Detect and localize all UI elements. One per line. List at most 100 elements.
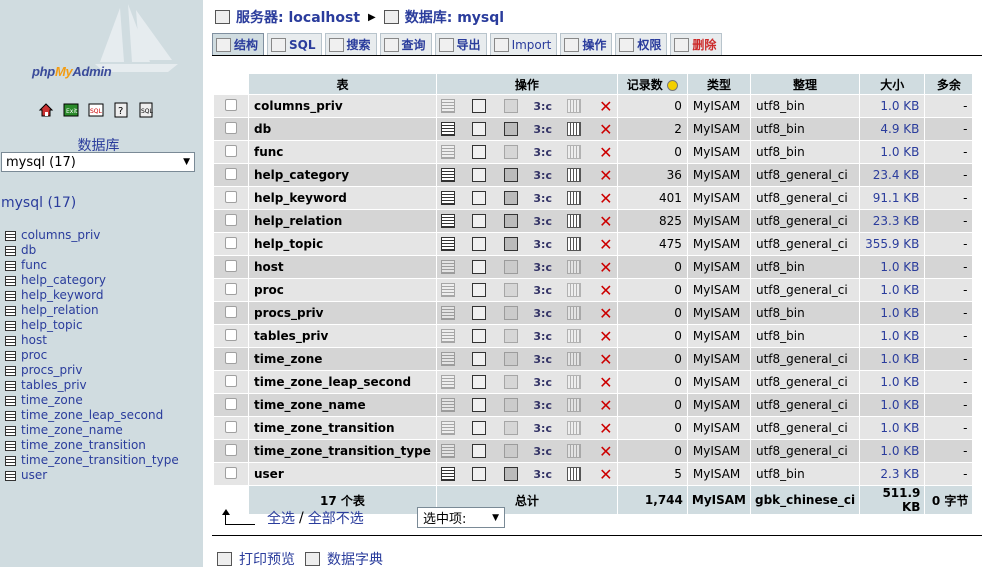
row-size[interactable]: 1.0 KB: [860, 256, 925, 278]
row-table-name[interactable]: help_category: [249, 164, 436, 186]
header-collation[interactable]: 整理: [751, 74, 860, 94]
row-table-name[interactable]: time_zone_name: [249, 394, 436, 416]
drop-icon[interactable]: ✕: [599, 97, 613, 116]
structure-icon[interactable]: [472, 283, 487, 297]
row-table-name[interactable]: func: [249, 141, 436, 163]
structure-icon[interactable]: [472, 99, 487, 113]
sidebar-table-host[interactable]: host: [5, 333, 179, 348]
structure-icon[interactable]: [472, 352, 487, 366]
with-selected-dropdown[interactable]: 选中项: ▼: [417, 507, 505, 528]
row-checkbox[interactable]: [225, 282, 237, 295]
drop-icon[interactable]: ✕: [599, 304, 613, 323]
tab-import[interactable]: Import: [489, 33, 558, 55]
row-checkbox[interactable]: [225, 328, 237, 341]
browse-icon[interactable]: [440, 99, 455, 113]
search-icon[interactable]: [504, 467, 519, 481]
drop-icon[interactable]: ✕: [599, 373, 613, 392]
row-size[interactable]: 2.3 KB: [860, 463, 925, 485]
tab-privileges[interactable]: 权限: [615, 33, 668, 55]
empty-icon[interactable]: [567, 191, 582, 205]
drop-icon[interactable]: ✕: [599, 350, 613, 369]
sidebar-table-tables_priv[interactable]: tables_priv: [5, 378, 179, 393]
empty-icon[interactable]: [567, 375, 582, 389]
exit-icon[interactable]: Exit: [62, 101, 79, 118]
drop-icon[interactable]: ✕: [599, 235, 613, 254]
row-table-name[interactable]: help_keyword: [249, 187, 436, 209]
search-icon[interactable]: [504, 329, 519, 343]
empty-icon[interactable]: [567, 168, 582, 182]
row-checkbox[interactable]: [225, 213, 237, 226]
insert-icon[interactable]: 3:c: [533, 329, 552, 343]
drop-icon[interactable]: ✕: [599, 327, 613, 346]
empty-icon[interactable]: [567, 283, 582, 297]
row-size[interactable]: 1.0 KB: [860, 141, 925, 163]
structure-icon[interactable]: [472, 260, 487, 274]
browse-icon[interactable]: [440, 421, 455, 435]
insert-icon[interactable]: 3:c: [533, 260, 552, 274]
sidebar-table-time_zone[interactable]: time_zone: [5, 393, 179, 408]
insert-icon[interactable]: 3:c: [533, 467, 552, 481]
search-icon[interactable]: [504, 352, 519, 366]
search-icon[interactable]: [504, 260, 519, 274]
row-size[interactable]: 91.1 KB: [860, 187, 925, 209]
drop-icon[interactable]: ✕: [599, 143, 613, 162]
sidebar-table-proc[interactable]: proc: [5, 348, 179, 363]
empty-icon[interactable]: [567, 306, 582, 320]
tab-export[interactable]: 导出: [434, 33, 487, 55]
empty-icon[interactable]: [567, 122, 582, 136]
search-icon[interactable]: [504, 99, 519, 113]
row-size[interactable]: 1.0 KB: [860, 348, 925, 370]
structure-icon[interactable]: [472, 398, 487, 412]
sql-icon[interactable]: SQL: [87, 101, 104, 118]
row-table-name[interactable]: help_relation: [249, 210, 436, 232]
row-size[interactable]: 1.0 KB: [860, 440, 925, 462]
browse-icon[interactable]: [440, 467, 455, 481]
header-type[interactable]: 类型: [687, 74, 750, 94]
insert-icon[interactable]: 3:c: [533, 444, 552, 458]
drop-icon[interactable]: ✕: [599, 281, 613, 300]
browse-icon[interactable]: [440, 352, 455, 366]
search-icon[interactable]: [504, 306, 519, 320]
row-table-name[interactable]: host: [249, 256, 436, 278]
search-icon[interactable]: [504, 145, 519, 159]
sidebar-table-time_zone_name[interactable]: time_zone_name: [5, 423, 179, 438]
insert-icon[interactable]: 3:c: [533, 283, 552, 297]
browse-icon[interactable]: [440, 214, 455, 228]
drop-icon[interactable]: ✕: [599, 166, 613, 185]
database-select[interactable]: mysql (17) ▼: [1, 152, 195, 172]
structure-icon[interactable]: [472, 329, 487, 343]
row-checkbox[interactable]: [225, 397, 237, 410]
current-database-link[interactable]: mysql (17): [1, 195, 76, 211]
search-icon[interactable]: [504, 283, 519, 297]
row-table-name[interactable]: procs_priv: [249, 302, 436, 324]
browse-icon[interactable]: [440, 283, 455, 297]
sidebar-table-help_keyword[interactable]: help_keyword: [5, 288, 179, 303]
search-icon[interactable]: [504, 168, 519, 182]
browse-icon[interactable]: [440, 122, 455, 136]
row-table-name[interactable]: help_topic: [249, 233, 436, 255]
row-table-name[interactable]: proc: [249, 279, 436, 301]
home-icon[interactable]: [37, 101, 54, 118]
browse-icon[interactable]: [440, 145, 455, 159]
browse-icon[interactable]: [440, 329, 455, 343]
row-table-name[interactable]: tables_priv: [249, 325, 436, 347]
structure-icon[interactable]: [472, 306, 487, 320]
drop-icon[interactable]: ✕: [599, 396, 613, 415]
row-checkbox[interactable]: [225, 98, 237, 111]
sql-docs-icon[interactable]: SQL: [137, 101, 154, 118]
empty-icon[interactable]: [567, 352, 582, 366]
search-icon[interactable]: [504, 122, 519, 136]
empty-icon[interactable]: [567, 329, 582, 343]
search-icon[interactable]: [504, 191, 519, 205]
row-table-name[interactable]: columns_priv: [249, 95, 436, 117]
insert-icon[interactable]: 3:c: [533, 214, 552, 228]
sidebar-table-procs_priv[interactable]: procs_priv: [5, 363, 179, 378]
row-checkbox[interactable]: [225, 167, 237, 180]
tab-sql[interactable]: SQL: [267, 33, 322, 55]
check-all-link[interactable]: 全选: [267, 508, 295, 528]
browse-icon[interactable]: [440, 444, 455, 458]
sidebar-table-time_zone_transition_type[interactable]: time_zone_transition_type: [5, 453, 179, 468]
sidebar-table-help_topic[interactable]: help_topic: [5, 318, 179, 333]
browse-icon[interactable]: [440, 260, 455, 274]
row-table-name[interactable]: time_zone_transition: [249, 417, 436, 439]
